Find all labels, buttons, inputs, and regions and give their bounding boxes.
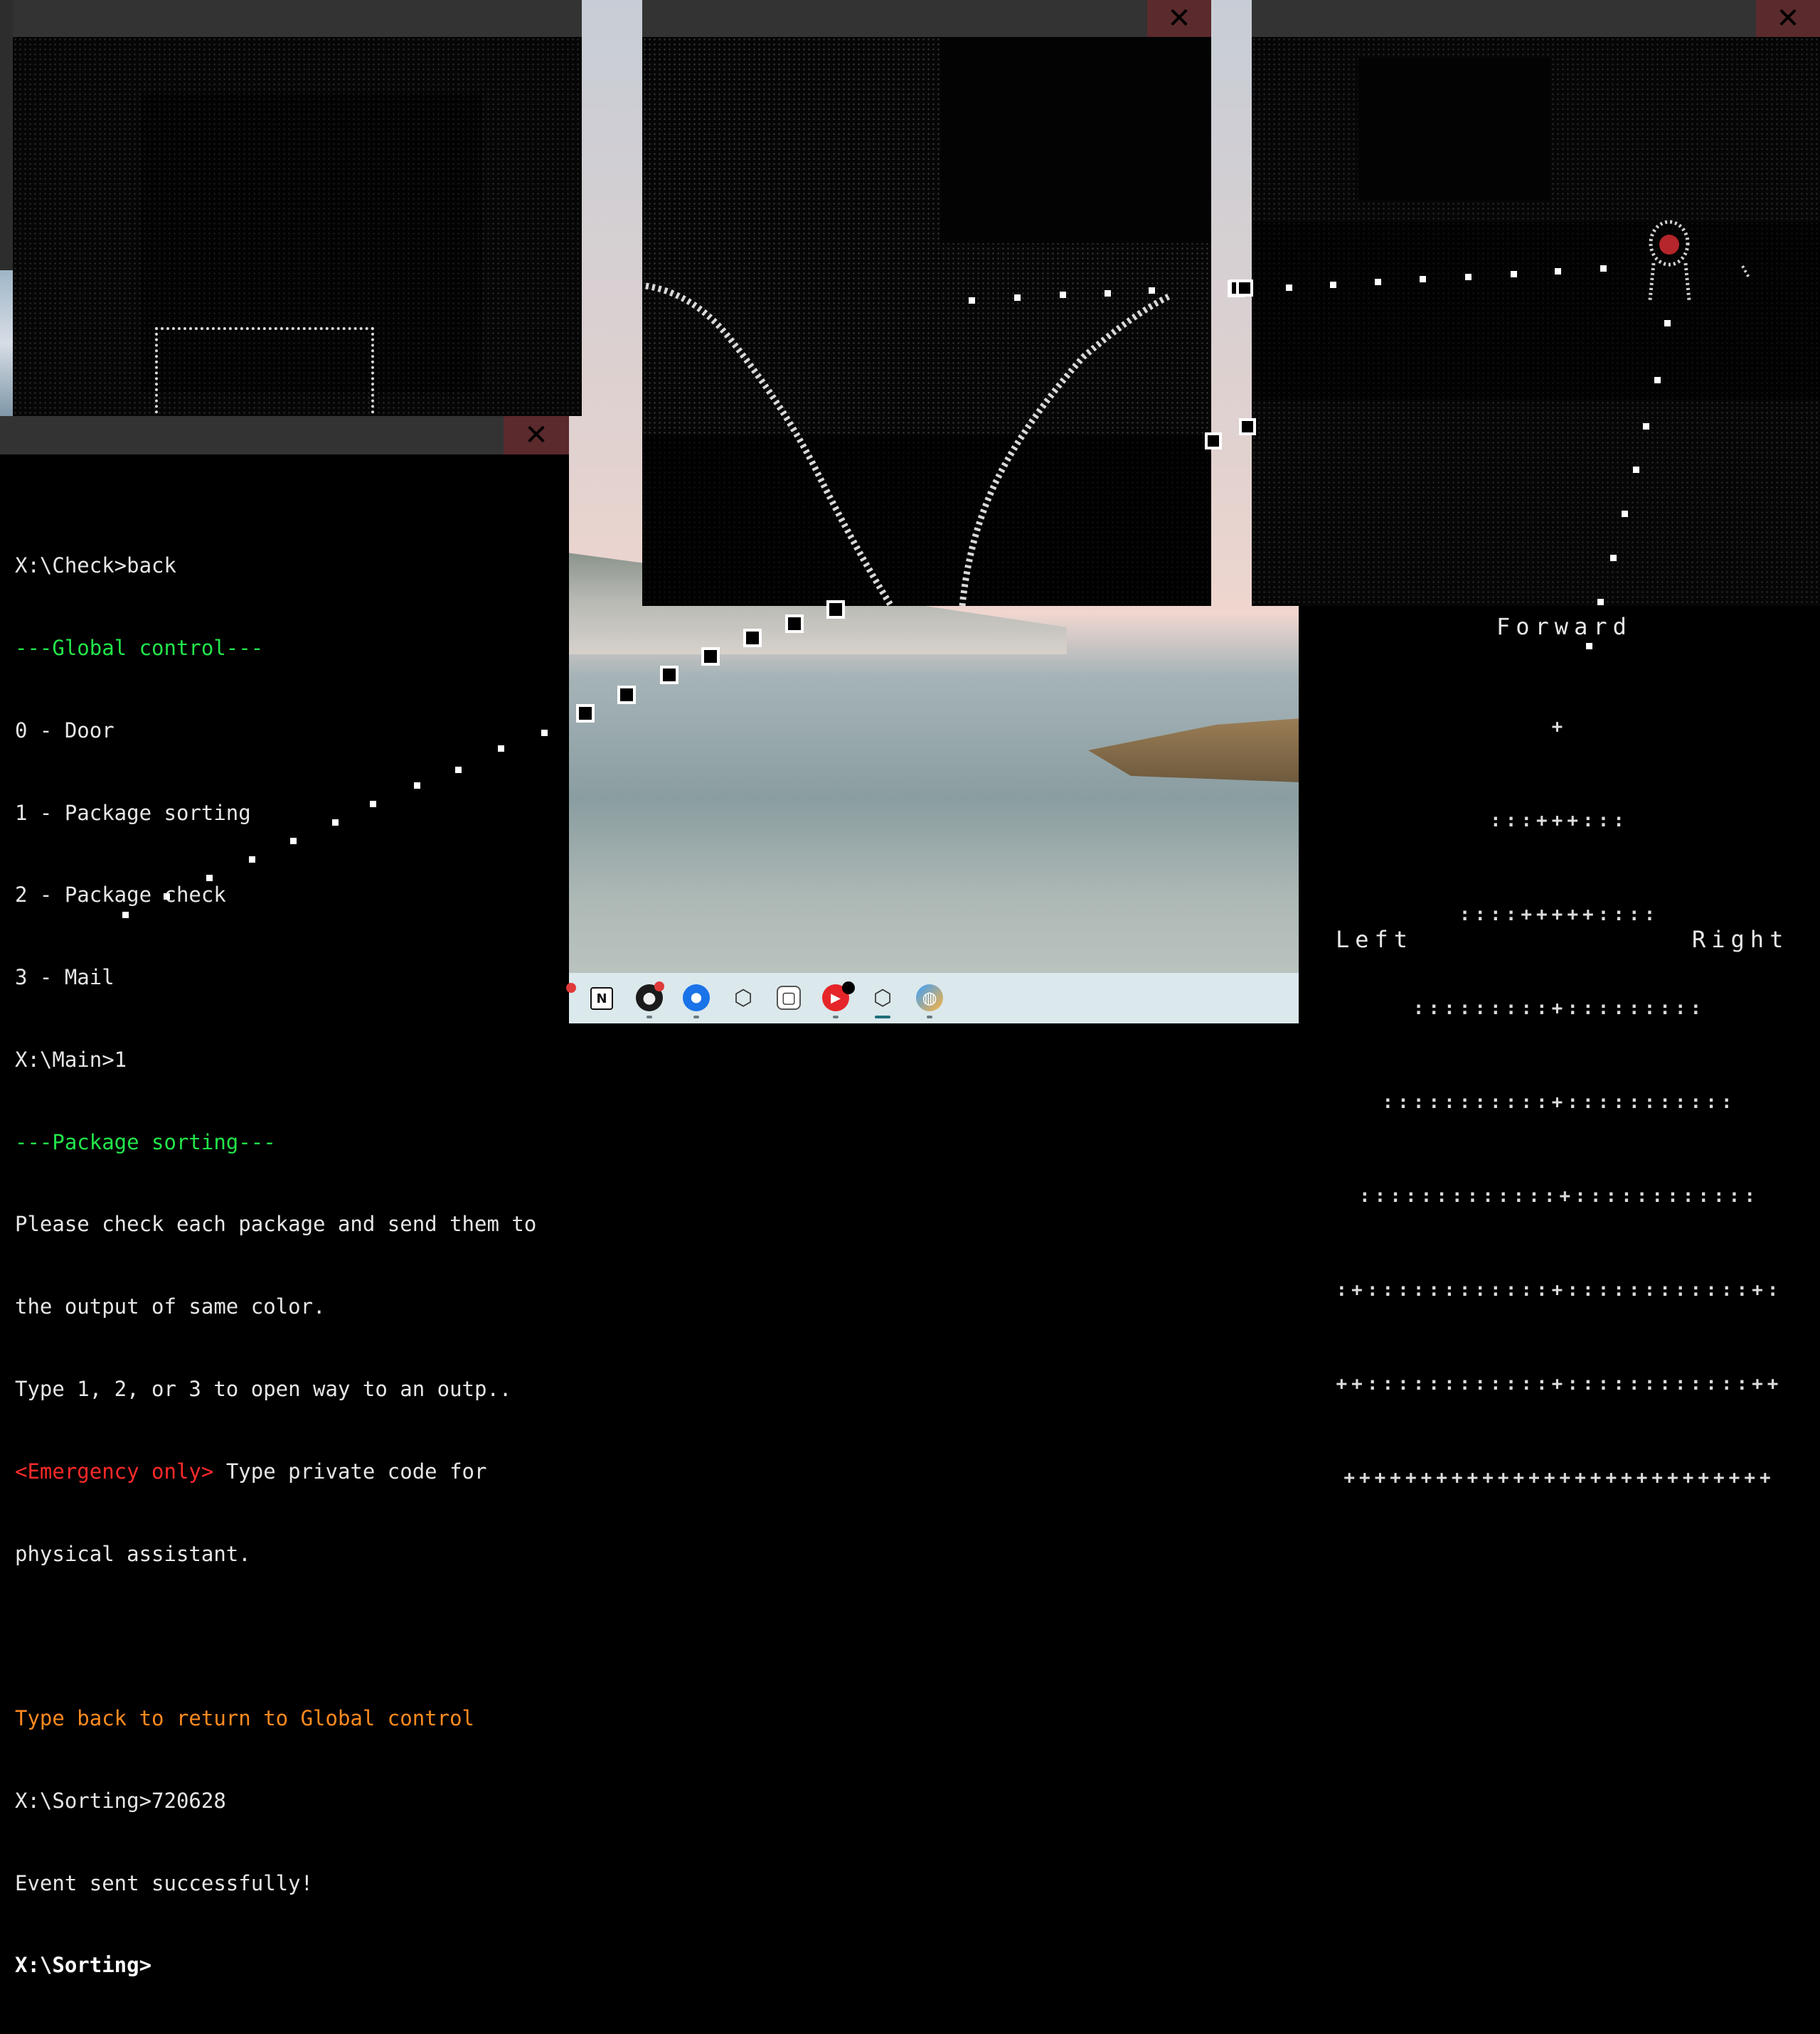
- left-label: Left: [1336, 926, 1414, 953]
- emergency-text: Type private code for: [213, 1459, 487, 1484]
- camera-window-robot: ✕: [1252, 0, 1820, 606]
- unity-hub-icon[interactable]: ⬡: [869, 984, 896, 1011]
- terminal-prompt[interactable]: X:\Sorting>: [15, 1952, 569, 1979]
- terminal-line: Type 1, 2, or 3 to open way to an outp..: [15, 1377, 512, 1401]
- terminal-line: 1 - Package sorting: [15, 800, 251, 825]
- unity-icon[interactable]: ⬡: [730, 984, 757, 1011]
- camera-window-sorting: ✕: [642, 0, 1211, 606]
- ascii-camera-feed: [1252, 37, 1820, 606]
- grid-row: :+::::::::::::+::::::::::::+:: [1336, 1279, 1783, 1301]
- background-window-edge: [0, 0, 13, 270]
- grid-row: :::::::::::::+::::::::::::: [1359, 1186, 1760, 1207]
- terminal-line: 3 - Mail: [15, 965, 115, 990]
- grid-row: :::+++:::: [1490, 810, 1629, 831]
- terminal-heading: ---Global control---: [15, 635, 264, 660]
- running-indicator: [927, 1016, 932, 1018]
- terminal-line: 2 - Package check: [15, 883, 226, 907]
- notification-dot: [566, 983, 576, 993]
- wallpaper-grass: [1088, 718, 1302, 782]
- terminal-line: the output of same color.: [15, 1294, 326, 1319]
- terminal-emergency-line: <Emergency only> Type private code for: [15, 1458, 569, 1486]
- grid-row: ++++++++++++++++++++++++++++: [1343, 1467, 1775, 1489]
- emergency-label: <Emergency only>: [15, 1459, 214, 1484]
- terminal-heading: ---Package sorting---: [15, 1129, 276, 1154]
- camera-window-door: [13, 0, 582, 458]
- terminal-window: ✕ X:\Check>back ---Global control--- 0 -…: [0, 416, 569, 1977]
- running-indicator: [646, 1016, 652, 1018]
- close-icon: ✕: [1776, 2, 1800, 35]
- notion-icon[interactable]: N: [590, 987, 613, 1010]
- camera-window-titlebar[interactable]: [13, 0, 582, 37]
- maps-icon[interactable]: ⬤: [683, 984, 710, 1011]
- close-icon: ✕: [524, 419, 548, 452]
- twitch-icon[interactable]: ▢: [777, 986, 801, 1010]
- terminal-line: Event sent successfully!: [15, 1870, 314, 1895]
- robot-figure: [1648, 220, 1751, 301]
- terminal-line: Please check each package and send them …: [15, 1212, 537, 1237]
- direction-grid[interactable]: + :::+++::: ::::+++++:::: :::::::::+::::…: [1299, 649, 1820, 1556]
- forward-label: Forward: [1496, 613, 1632, 640]
- terminal-hint: Type back to return to Global control: [15, 1706, 475, 1731]
- taskbar: N ● ⬤ ⬡ ▢ ▶ ⬡ ◍: [566, 973, 1299, 1023]
- grid-row: +: [1551, 716, 1568, 738]
- ascii-camera-feed: [13, 37, 582, 458]
- close-button[interactable]: ✕: [504, 416, 569, 454]
- notification-dot: [842, 981, 855, 994]
- terminal-line: 0 - Door: [15, 718, 115, 742]
- running-indicator: [693, 1016, 699, 1018]
- right-label: Right: [1692, 926, 1789, 953]
- camera-window-titlebar[interactable]: [642, 0, 1211, 37]
- running-indicator: [833, 1016, 839, 1018]
- grid-row: ++::::::::::::+::::::::::::++: [1336, 1373, 1783, 1395]
- terminal-line: X:\Main>1: [15, 1047, 127, 1072]
- close-button[interactable]: ✕: [1756, 0, 1820, 37]
- terminal-output[interactable]: X:\Check>back ---Global control--- 0 - D…: [0, 454, 569, 1977]
- grid-row: :::::::::+:::::::::: [1412, 998, 1706, 1019]
- background-window-picture: [0, 270, 13, 416]
- globe-icon[interactable]: ◍: [916, 984, 943, 1011]
- terminal-line: X:\Sorting>720628: [15, 1788, 226, 1813]
- conveyor-lines: [645, 282, 1171, 606]
- close-icon: ✕: [1167, 2, 1191, 35]
- terminal-titlebar[interactable]: [0, 416, 569, 454]
- camera-window-titlebar[interactable]: [1252, 0, 1820, 37]
- terminal-line: physical assistant.: [15, 1541, 251, 1566]
- terminal-line: X:\Check>back: [15, 553, 176, 578]
- ascii-camera-feed: [642, 37, 1211, 606]
- movement-controls-panel: Forward + :::+++::: ::::+++++:::: ::::::…: [1299, 606, 1820, 1489]
- grid-row: :::::::::::+:::::::::::: [1382, 1092, 1737, 1113]
- recording-badge: [654, 981, 664, 991]
- active-indicator: [875, 1016, 890, 1018]
- close-button[interactable]: ✕: [1147, 0, 1211, 37]
